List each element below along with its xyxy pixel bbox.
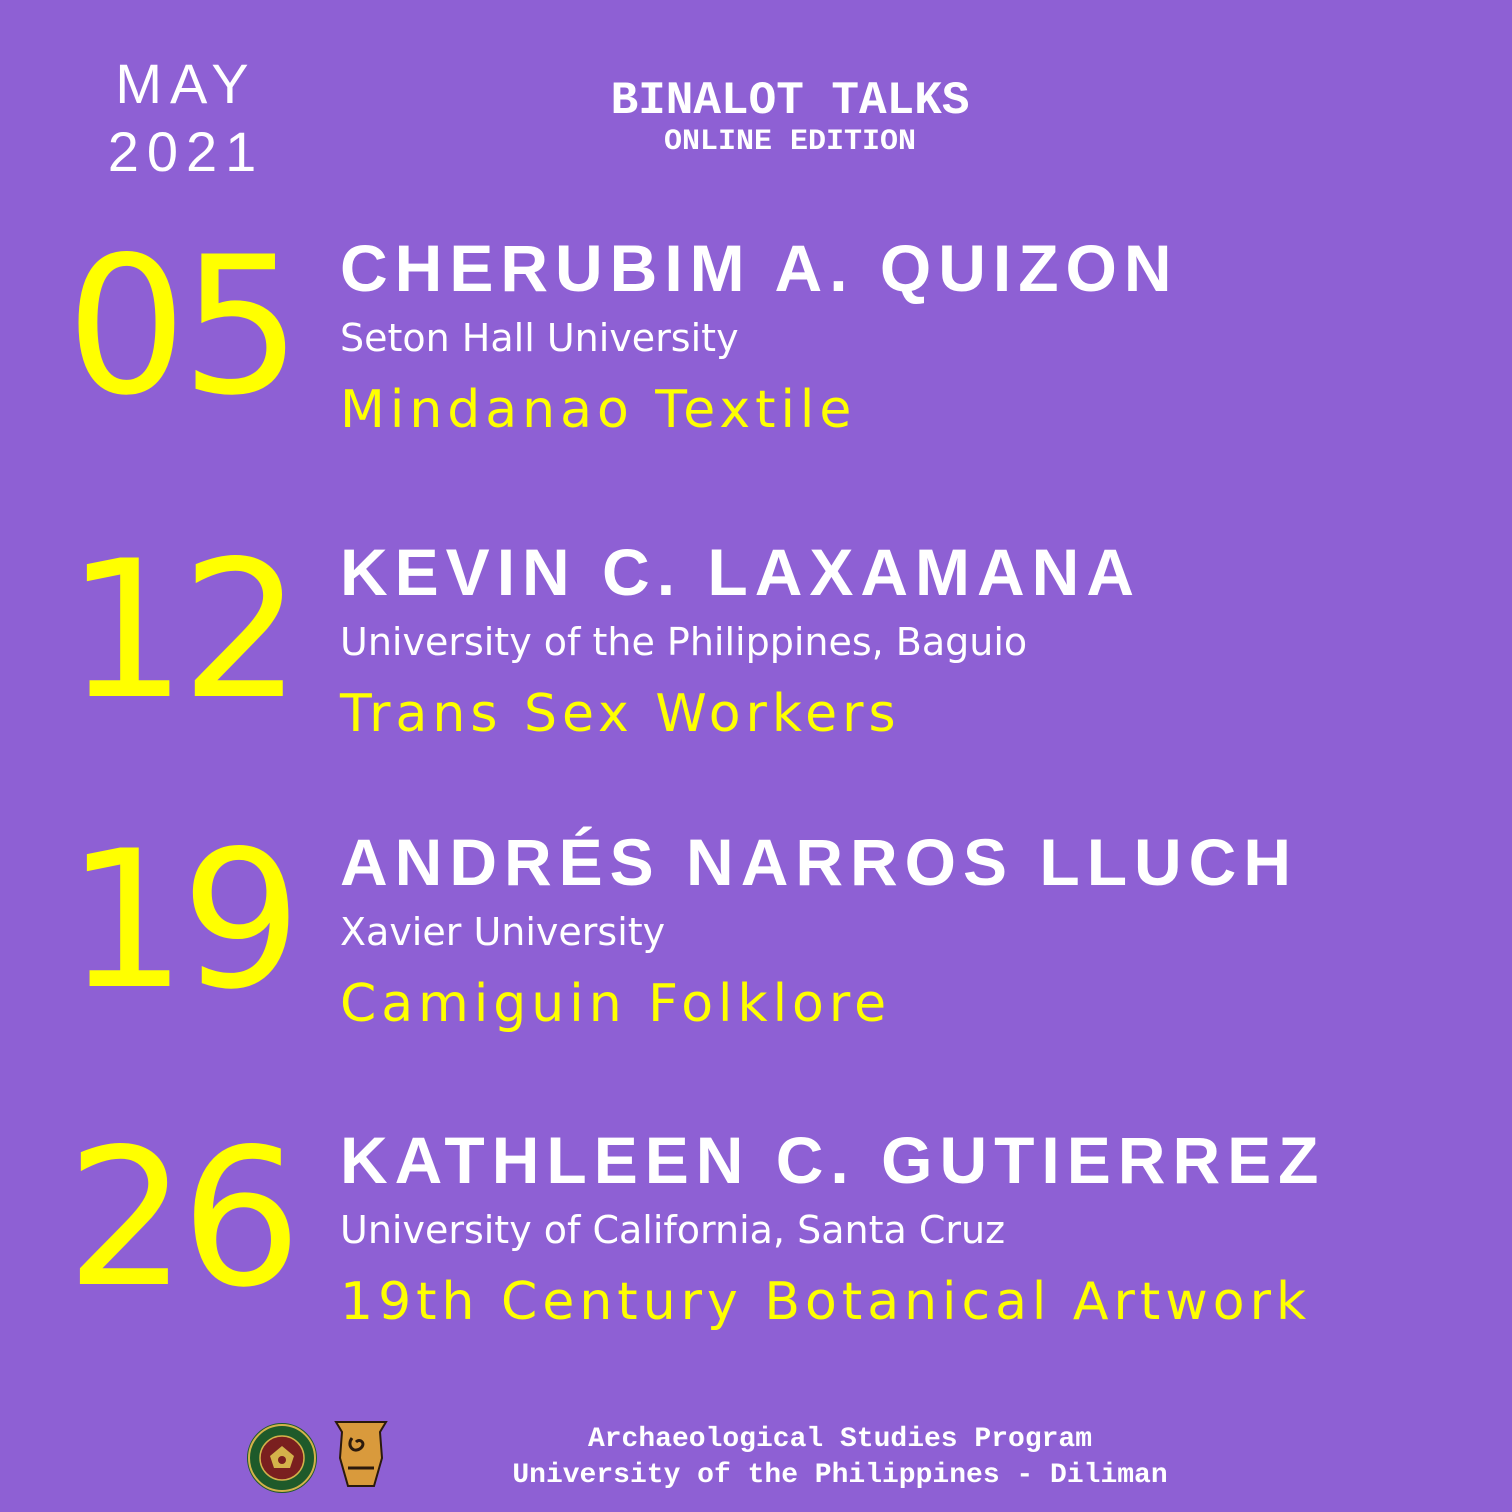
page-subtitle: ONLINE EDITION: [663, 125, 917, 159]
event-item: 05 CHERUBIM A. QUIZON Seton Hall Univers…: [0, 232, 1512, 462]
speaker-name: CHERUBIM A. QUIZON: [340, 231, 1179, 305]
speaker-affiliation: Xavier University: [340, 910, 666, 954]
talk-topic: Camiguin Folklore: [340, 974, 892, 1034]
footer: Archaeological Studies Program Universit…: [420, 1422, 1260, 1494]
month-year: MAY 2021: [96, 50, 276, 186]
talk-topic: 19th Century Botanical Artwork: [340, 1272, 1312, 1332]
event-day: 05: [66, 216, 302, 437]
manunggul-jar-icon: [330, 1418, 392, 1490]
speaker-affiliation: University of the Philippines, Baguio: [340, 620, 1028, 664]
speaker-affiliation: University of California, Santa Cruz: [340, 1208, 1006, 1252]
page-header: BINALOT TALKS ONLINE EDITION: [520, 76, 1060, 158]
event-item: 12 KEVIN C. LAXAMANA University of the P…: [0, 536, 1512, 766]
page-title: BINALOT TALKS: [610, 75, 970, 127]
event-day: 26: [66, 1108, 302, 1329]
talk-topic: Mindanao Textile: [340, 380, 857, 440]
speaker-affiliation: Seton Hall University: [340, 316, 739, 360]
speaker-name: KATHLEEN C. GUTIERREZ: [340, 1123, 1326, 1197]
event-item: 19 ANDRÉS NARROS LLUCH Xavier University…: [0, 826, 1512, 1056]
speaker-name: KEVIN C. LAXAMANA: [340, 535, 1142, 609]
up-seal-icon: [246, 1422, 318, 1494]
speaker-name: ANDRÉS NARROS LLUCH: [340, 825, 1298, 899]
event-day: 19: [66, 810, 302, 1031]
month-label: MAY: [115, 52, 257, 115]
footer-program: Archaeological Studies Program: [587, 1424, 1093, 1455]
event-day: 12: [66, 520, 302, 741]
year-label: 2021: [107, 120, 265, 183]
event-item: 26 KATHLEEN C. GUTIERREZ University of C…: [0, 1124, 1512, 1354]
talk-topic: Trans Sex Workers: [340, 684, 901, 744]
footer-university: University of the Philippines - Diliman: [512, 1460, 1168, 1491]
